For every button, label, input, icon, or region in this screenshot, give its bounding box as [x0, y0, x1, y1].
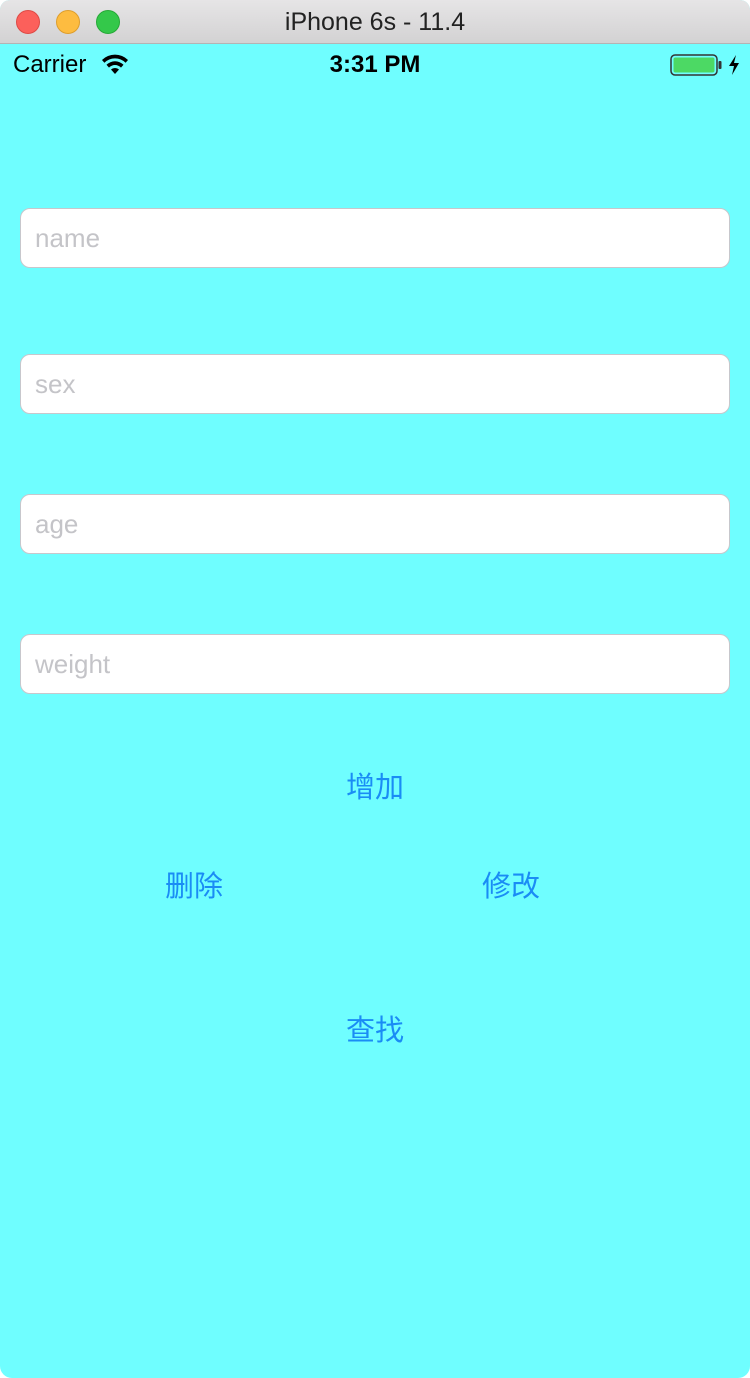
window-title: iPhone 6s - 11.4 — [284, 8, 466, 36]
simulator-window: iPhone 6s - 11.4 Carrier 3:31 PM 增加 删除 修… — [0, 0, 750, 1378]
battery-icon — [670, 54, 722, 76]
sex-input[interactable] — [20, 354, 730, 414]
name-input[interactable] — [20, 208, 730, 268]
add-button[interactable]: 增加 — [325, 762, 425, 812]
modify-button[interactable]: 修改 — [461, 861, 561, 911]
delete-button[interactable]: 删除 — [144, 861, 244, 911]
charging-icon — [729, 55, 739, 75]
search-button[interactable]: 查找 — [325, 1005, 425, 1055]
weight-input[interactable] — [20, 634, 730, 694]
window-titlebar: iPhone 6s - 11.4 — [0, 0, 750, 44]
status-time: 3:31 PM — [329, 51, 421, 78]
status-bar: Carrier 3:31 PM — [0, 44, 750, 84]
age-input[interactable] — [20, 494, 730, 554]
